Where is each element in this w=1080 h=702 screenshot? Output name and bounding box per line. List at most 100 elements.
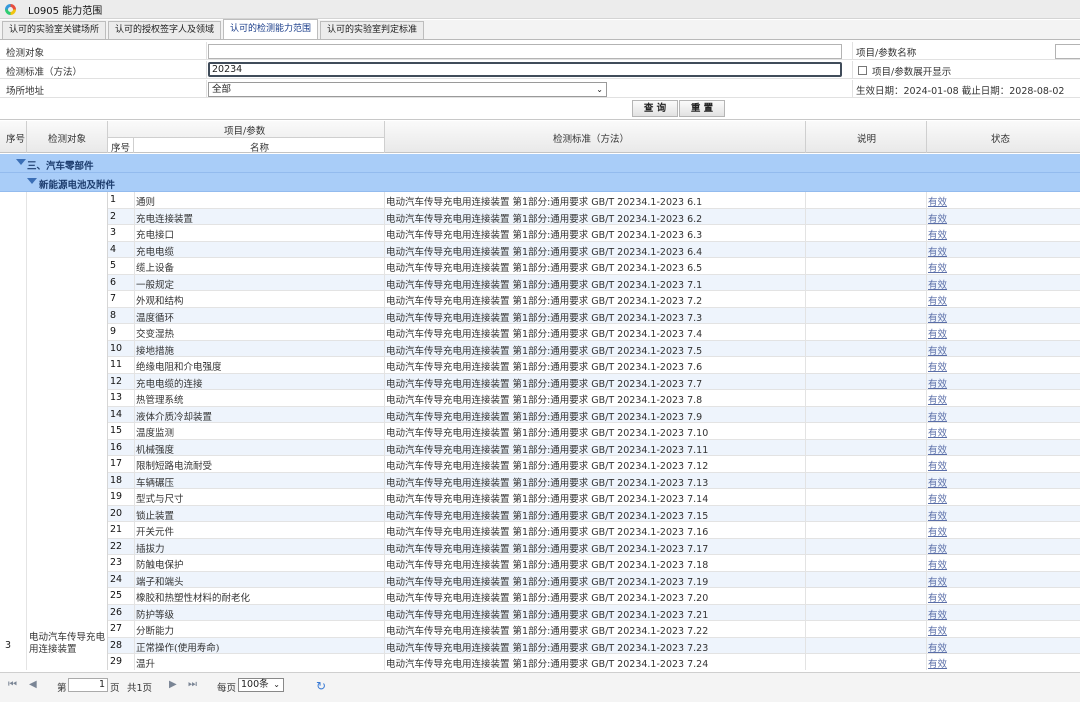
item-seq: 26	[110, 606, 123, 618]
table-row[interactable]: 27 分断能力 电动汽车传导充电用连接装置 第1部分:通用要求 GB/T 20234…	[108, 621, 1080, 638]
item-standard: 电动汽车传导充电用连接装置 第1部分:通用要求 GB/T 20234.1-202…	[386, 279, 703, 291]
status-link[interactable]: 有效	[928, 541, 947, 555]
table-row[interactable]: 10 接地措施 电动汽车传导充电用连接装置 第1部分:通用要求 GB/T 20234…	[108, 340, 1080, 357]
table-row[interactable]: 6 一般规定 电动汽车传导充电用连接装置 第1部分:通用要求 GB/T 20234.…	[108, 274, 1080, 291]
table-row[interactable]: 8 温度循环 电动汽车传导充电用连接装置 第1部分:通用要求 GB/T 20234.…	[108, 307, 1080, 324]
table-row[interactable]: 16 机械强度 电动汽车传导充电用连接装置 第1部分:通用要求 GB/T 20234…	[108, 439, 1080, 456]
status-link[interactable]: 有效	[928, 326, 947, 340]
reset-button[interactable]: 重 置	[679, 100, 725, 117]
status-link[interactable]: 有效	[928, 194, 947, 208]
status-link[interactable]: 有效	[928, 607, 947, 621]
status-link[interactable]: 有效	[928, 524, 947, 538]
item-seq: 5	[110, 260, 117, 271]
table-row[interactable]: 14 液体介质冷却装置 电动汽车传导充电用连接装置 第1部分:通用要求 GB/T 2…	[108, 406, 1080, 423]
item-standard: 电动汽车传导充电用连接装置 第1部分:通用要求 GB/T 20234.1-202…	[386, 329, 703, 340]
status-link[interactable]: 有效	[928, 376, 947, 390]
status-link[interactable]: 有效	[928, 310, 947, 324]
item-name: 充电连接装置	[136, 213, 194, 225]
item-name: 端子和端头	[136, 576, 184, 588]
site-select[interactable]: 全部 ⌄	[208, 82, 607, 97]
table-row[interactable]: 13 热管理系统 电动汽车传导充电用连接装置 第1部分:通用要求 GB/T 2023…	[108, 390, 1080, 407]
tab-judgment-standards[interactable]: 认可的实验室判定标准	[320, 21, 425, 39]
table-row[interactable]: 7 外观和结构 电动汽车传导充电用连接装置 第1部分:通用要求 GB/T 20234…	[108, 291, 1080, 308]
table-row[interactable]: 17 限制短路电流耐受 电动汽车传导充电用连接装置 第1部分:通用要求 GB/T 2…	[108, 456, 1080, 473]
merged-cell-column: 3 电动汽车传导充电用连接装置	[0, 192, 108, 670]
filter-row-standard: 检测标准（方法） 20234 项目/参数展开显示	[0, 61, 1080, 79]
status-link[interactable]: 有效	[928, 508, 947, 522]
item-name: 插拔力	[136, 543, 165, 555]
status-link[interactable]: 有效	[928, 574, 947, 588]
object-input[interactable]	[208, 44, 842, 59]
table-row[interactable]: 19 型式与尺寸 电动汽车传导充电用连接装置 第1部分:通用要求 GB/T 2023…	[108, 489, 1080, 506]
table-row[interactable]: 29 温升 电动汽车传导充电用连接装置 第1部分:通用要求 GB/T 20234.1…	[108, 654, 1080, 670]
table-row[interactable]: 4 充电电缆 电动汽车传导充电用连接装置 第1部分:通用要求 GB/T 20234.…	[108, 241, 1080, 258]
status-link[interactable]: 有效	[928, 425, 947, 439]
table-row[interactable]: 12 充电电缆的连接 电动汽车传导充电用连接装置 第1部分:通用要求 GB/T 20…	[108, 373, 1080, 390]
status-link[interactable]: 有效	[928, 557, 947, 571]
status-link[interactable]: 有效	[928, 260, 947, 274]
next-page-icon[interactable]: ▶	[169, 679, 177, 690]
query-button[interactable]: 查 询	[632, 100, 678, 117]
table-row[interactable]: 2 充电连接装置 电动汽车传导充电用连接装置 第1部分:通用要求 GB/T 2023…	[108, 208, 1080, 225]
collapse-arrow-icon[interactable]	[16, 159, 26, 165]
standard-input[interactable]: 20234	[208, 62, 842, 77]
per-page-label: 每页	[217, 683, 237, 694]
item-seq: 3	[110, 227, 117, 238]
status-link[interactable]: 有效	[928, 475, 947, 489]
table-row[interactable]: 9 交变湿热 电动汽车传导充电用连接装置 第1部分:通用要求 GB/T 20234.…	[108, 324, 1080, 341]
table-row[interactable]: 21 开关元件 电动汽车传导充电用连接装置 第1部分:通用要求 GB/T 20234…	[108, 522, 1080, 539]
table-row[interactable]: 23 防触电保护 电动汽车传导充电用连接装置 第1部分:通用要求 GB/T 2023…	[108, 555, 1080, 572]
table-row[interactable]: 25 橡胶和热塑性材料的耐老化 电动汽车传导充电用连接装置 第1部分:通用要求 GB…	[108, 588, 1080, 605]
tab-testing-scope[interactable]: 认可的检测能力范围	[223, 19, 319, 39]
status-link[interactable]: 有效	[928, 458, 947, 472]
expand-checkbox[interactable]	[858, 66, 867, 75]
status-link[interactable]: 有效	[928, 392, 947, 406]
collapse-arrow-icon[interactable]	[27, 178, 37, 184]
group-row-battery[interactable]: 新能源电池及附件	[0, 173, 1080, 192]
table-row[interactable]: 5 缆上设备 电动汽车传导充电用连接装置 第1部分:通用要求 GB/T 20234.…	[108, 258, 1080, 275]
status-link[interactable]: 有效	[928, 656, 947, 670]
first-page-icon[interactable]: ⏮	[8, 679, 17, 690]
table-row[interactable]: 1 通则 电动汽车传导充电用连接装置 第1部分:通用要求 GB/T 20234.1-…	[108, 192, 1080, 209]
status-link[interactable]: 有效	[928, 277, 947, 291]
status-link[interactable]: 有效	[928, 293, 947, 307]
table-row[interactable]: 22 插拔力 电动汽车传导充电用连接装置 第1部分:通用要求 GB/T 20234.…	[108, 538, 1080, 555]
table-row[interactable]: 24 端子和端头 电动汽车传导充电用连接装置 第1部分:通用要求 GB/T 2023…	[108, 571, 1080, 588]
status-link[interactable]: 有效	[928, 623, 947, 637]
table-row[interactable]: 26 防护等级 电动汽车传导充电用连接装置 第1部分:通用要求 GB/T 20234…	[108, 604, 1080, 621]
item-name: 接地措施	[136, 345, 175, 357]
item-standard: 电动汽车传导充电用连接装置 第1部分:通用要求 GB/T 20234.1-202…	[386, 312, 703, 324]
item-name: 分断能力	[136, 626, 175, 637]
status-link[interactable]: 有效	[928, 211, 947, 225]
item-seq: 27	[110, 623, 123, 634]
status-link[interactable]: 有效	[928, 359, 947, 373]
status-link[interactable]: 有效	[928, 244, 947, 258]
table-row[interactable]: 20 锁止装置 电动汽车传导充电用连接装置 第1部分:通用要求 GB/T 20234…	[108, 505, 1080, 522]
per-page-select[interactable]: 100条 ⌄	[238, 678, 284, 692]
table-row[interactable]: 18 车辆碾压 电动汽车传导充电用连接装置 第1部分:通用要求 GB/T 20234…	[108, 472, 1080, 489]
group-row-auto-parts[interactable]: 三、汽车零部件	[0, 154, 1080, 173]
tab-bar: 认可的实验室关键场所 认可的授权签字人及领域 认可的检测能力范围 认可的实验室判…	[0, 19, 1080, 40]
last-page-icon[interactable]: ⏭	[188, 679, 197, 690]
status-link[interactable]: 有效	[928, 640, 947, 654]
status-link[interactable]: 有效	[928, 442, 947, 456]
filter-row-site: 场所地址 全部 ⌄ 生效日期：2024-01-08 截止日期：2028-08-0…	[0, 80, 1080, 98]
status-link[interactable]: 有效	[928, 409, 947, 423]
table-row[interactable]: 3 充电接口 电动汽车传导充电用连接装置 第1部分:通用要求 GB/T 20234.…	[108, 225, 1080, 242]
table-row[interactable]: 15 温度监测 电动汽车传导充电用连接装置 第1部分:通用要求 GB/T 20234…	[108, 423, 1080, 440]
page-number-input[interactable]: 1	[68, 678, 108, 692]
item-name: 温度循环	[136, 312, 175, 324]
table-row[interactable]: 28 正常操作(使用寿命) 电动汽车传导充电用连接装置 第1部分:通用要求 GB/T…	[108, 637, 1080, 654]
status-link[interactable]: 有效	[928, 343, 947, 357]
item-standard: 电动汽车传导充电用连接装置 第1部分:通用要求 GB/T 20234.1-202…	[386, 395, 703, 406]
tab-signatories[interactable]: 认可的授权签字人及领域	[108, 21, 222, 39]
status-link[interactable]: 有效	[928, 590, 947, 604]
refresh-icon[interactable]: ↻	[316, 679, 326, 693]
status-link[interactable]: 有效	[928, 491, 947, 505]
prev-page-icon[interactable]: ◀	[29, 679, 37, 690]
table-row[interactable]: 11 绝缘电阻和介电强度 电动汽车传导充电用连接装置 第1部分:通用要求 GB/T …	[108, 357, 1080, 374]
param-input[interactable]	[1055, 44, 1080, 59]
item-standard: 电动汽车传导充电用连接装置 第1部分:通用要求 GB/T 20234.1-202…	[386, 230, 703, 241]
tab-key-sites[interactable]: 认可的实验室关键场所	[2, 21, 107, 39]
status-link[interactable]: 有效	[928, 227, 947, 241]
